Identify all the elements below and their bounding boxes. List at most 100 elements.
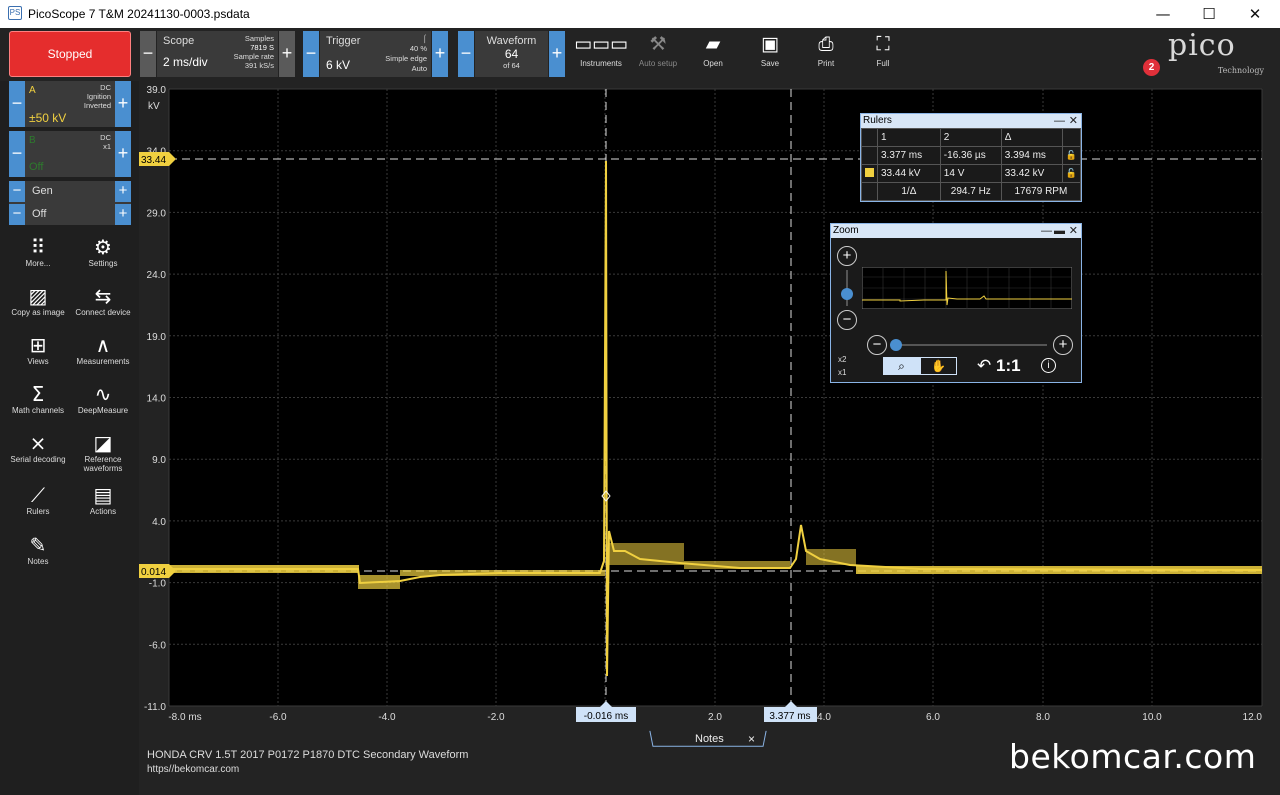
zoom-tool-button[interactable]: ⌕ xyxy=(883,357,920,375)
watermark: bekomcar.com xyxy=(1009,737,1257,776)
zoom-horizontal-minus-button[interactable]: − xyxy=(867,335,887,355)
maximize-button[interactable]: ☐ xyxy=(1186,2,1232,26)
copy-as-image-button[interactable]: ▨ Copy as image xyxy=(7,284,69,317)
zoom-horizontal-slider[interactable] xyxy=(893,344,1047,346)
actions-label: Actions xyxy=(89,507,117,516)
deepmeasure-button[interactable]: ∿ DeepMeasure xyxy=(72,382,134,415)
trace-noise-band-1 xyxy=(169,565,359,573)
zoom-x2-label: x2 xyxy=(838,355,847,364)
zoom-window-header[interactable]: Zoom — ▬ ✕ xyxy=(831,224,1081,238)
channel-b-control[interactable]: − B Off DC x1 + xyxy=(9,131,131,177)
instruments-button[interactable]: ▭▭▭ Instruments xyxy=(574,31,628,77)
minimize-button[interactable]: — xyxy=(1140,2,1186,26)
channel-b-coupling: DC xyxy=(100,133,111,142)
waveform-plus-button[interactable]: + xyxy=(549,31,565,77)
notes-tab-close-icon[interactable]: × xyxy=(748,732,755,746)
views-button[interactable]: ⊞ Views xyxy=(7,333,69,366)
info-icon[interactable]: i xyxy=(1041,358,1056,373)
ruler-horizontal-2-handle[interactable]: 0.014 xyxy=(139,564,176,578)
rulers-close-icon[interactable]: ✕ xyxy=(1069,114,1078,128)
settings-button[interactable]: ⚙ Settings xyxy=(72,235,134,268)
measurements-label: Measurements xyxy=(76,357,130,366)
close-window-button[interactable]: ✕ xyxy=(1232,2,1278,26)
more-label: More... xyxy=(25,259,51,268)
ruler-horizontal-1-handle[interactable]: 33.44 xyxy=(139,152,176,166)
waveform-number: 64 xyxy=(504,47,519,61)
timebase-control[interactable]: Scope 2 ms/div Samples 7819 S Sample rat… xyxy=(157,31,278,77)
settings-label: Settings xyxy=(88,259,118,268)
time-ruler-lock-icon[interactable]: 🔓 xyxy=(1061,146,1082,165)
gen-state-plus-button[interactable]: + xyxy=(115,204,131,225)
channel-a-plus-button[interactable]: + xyxy=(115,81,131,127)
zoom-overview[interactable] xyxy=(862,267,1072,309)
x-tick-label: -6.0 xyxy=(269,712,287,723)
rulers-window[interactable]: Rulers — ✕ 1 2 Δ 3.377 ms -16.36 µs 3.39… xyxy=(860,113,1082,202)
gen-label: Gen xyxy=(32,185,53,197)
gen-state-minus-button[interactable]: − xyxy=(9,204,25,225)
notes-tab-label[interactable]: Notes xyxy=(695,733,724,745)
print-button[interactable]: ⎙ Print xyxy=(806,31,846,77)
waveform-minus-button[interactable]: − xyxy=(458,31,474,77)
gen-plus-button[interactable]: + xyxy=(115,181,131,202)
waveform-control[interactable]: Waveform 64 of 64 xyxy=(475,31,548,77)
open-button[interactable]: ▰ Open xyxy=(693,31,733,77)
trigger-control[interactable]: Trigger 6 kV ⌠ 40 % Simple edge Auto xyxy=(320,31,431,77)
ruler-horizontal-1-value: 33.44 xyxy=(141,155,166,166)
undo-zoom-button[interactable]: ↶ 1:1 xyxy=(977,356,1021,376)
channel-a-probe: Ignition xyxy=(86,92,111,101)
actions-button[interactable]: ▤ Actions xyxy=(72,483,134,516)
zoom-close-icon[interactable]: ✕ xyxy=(1069,224,1078,238)
reference-waveforms-button[interactable]: ◪ Reference waveforms xyxy=(72,431,134,473)
timebase-plus-button[interactable]: + xyxy=(279,31,295,77)
zoom-vertical-plus-button[interactable]: + xyxy=(837,246,857,266)
rulers-button[interactable]: ⟋ Rulers xyxy=(7,483,69,516)
trigger-type: Simple edge xyxy=(385,54,427,63)
waveform-icon: ∿ xyxy=(94,382,112,406)
channel-a-minus-button[interactable]: − xyxy=(9,81,25,127)
rpm-value: 17679 RPM xyxy=(1000,182,1082,201)
full-screen-button[interactable]: ⛶ Full xyxy=(863,31,903,77)
math-channels-button[interactable]: Σ Math channels xyxy=(7,382,69,415)
zoom-vertical-minus-button[interactable]: − xyxy=(837,310,857,330)
save-button[interactable]: ▣ Save xyxy=(750,31,790,77)
rulers-window-header[interactable]: Rulers — ✕ xyxy=(861,114,1081,128)
usb-icon: ⇆ xyxy=(94,284,112,308)
zoom-horizontal-slider-thumb[interactable] xyxy=(890,339,902,351)
gen-minus-button[interactable]: − xyxy=(9,181,25,202)
views-grid-icon: ⊞ xyxy=(29,333,47,357)
channel-a-control[interactable]: − A ±50 kV DC Ignition Inverted + xyxy=(9,81,131,127)
measurements-button[interactable]: ∧ Measurements xyxy=(72,333,134,366)
printer-icon: ⎙ xyxy=(818,33,834,55)
timebase-minus-button[interactable]: − xyxy=(140,31,156,77)
trigger-group: − Trigger 6 kV ⌠ 40 % Simple edge Auto + xyxy=(303,31,448,77)
trace-noise-band-6 xyxy=(806,549,856,565)
channel-b-plus-button[interactable]: + xyxy=(115,131,131,177)
rulers-minimize-button[interactable]: — xyxy=(1054,114,1065,128)
pan-tool-button[interactable]: ✋ xyxy=(920,357,957,375)
notification-badge[interactable]: 2 xyxy=(1143,59,1160,76)
zoom-vertical-slider-thumb[interactable] xyxy=(841,288,853,300)
trigger-plus-button[interactable]: + xyxy=(432,31,448,77)
ruler-col-delta: Δ xyxy=(1000,128,1063,147)
channel-b-minus-button[interactable]: − xyxy=(9,131,25,177)
rulers-label: Rulers xyxy=(26,507,50,516)
run-stop-button[interactable]: Stopped xyxy=(9,31,131,77)
connect-label: Connect device xyxy=(75,308,131,317)
zoom-minimize-button[interactable]: — xyxy=(1041,224,1052,238)
channel-b-range: Off xyxy=(29,161,44,173)
auto-setup-button[interactable]: ⚒ Auto setup xyxy=(633,31,683,77)
serial-decoding-button[interactable]: ⨯ Serial decoding xyxy=(7,431,69,464)
more-button[interactable]: ⠿ More... xyxy=(7,235,69,268)
zoom-maximize-button[interactable]: ▬ xyxy=(1054,224,1065,238)
zoom-horizontal-plus-button[interactable]: + xyxy=(1053,335,1073,355)
notes-button[interactable]: ✎ Notes xyxy=(7,533,69,566)
zoom-window[interactable]: Zoom — ▬ ✕ + − − + x2 x1 ⌕ ✋ ↶ 1:1 i xyxy=(830,223,1082,383)
scope-plot[interactable]: 39.034.029.024.019.014.09.04.0-1.0-6.0-1… xyxy=(0,81,1280,731)
voltage-ruler-lock-icon[interactable]: 🔓 xyxy=(1061,164,1082,183)
ruler-horizontal-2-value: 0.014 xyxy=(141,567,166,578)
notes-label: Notes xyxy=(27,557,49,566)
connect-device-button[interactable]: ⇆ Connect device xyxy=(72,284,134,317)
trigger-minus-button[interactable]: − xyxy=(303,31,319,77)
open-label: Open xyxy=(703,59,723,68)
signal-generator-control[interactable]: − Gen + − Off + xyxy=(9,181,131,225)
